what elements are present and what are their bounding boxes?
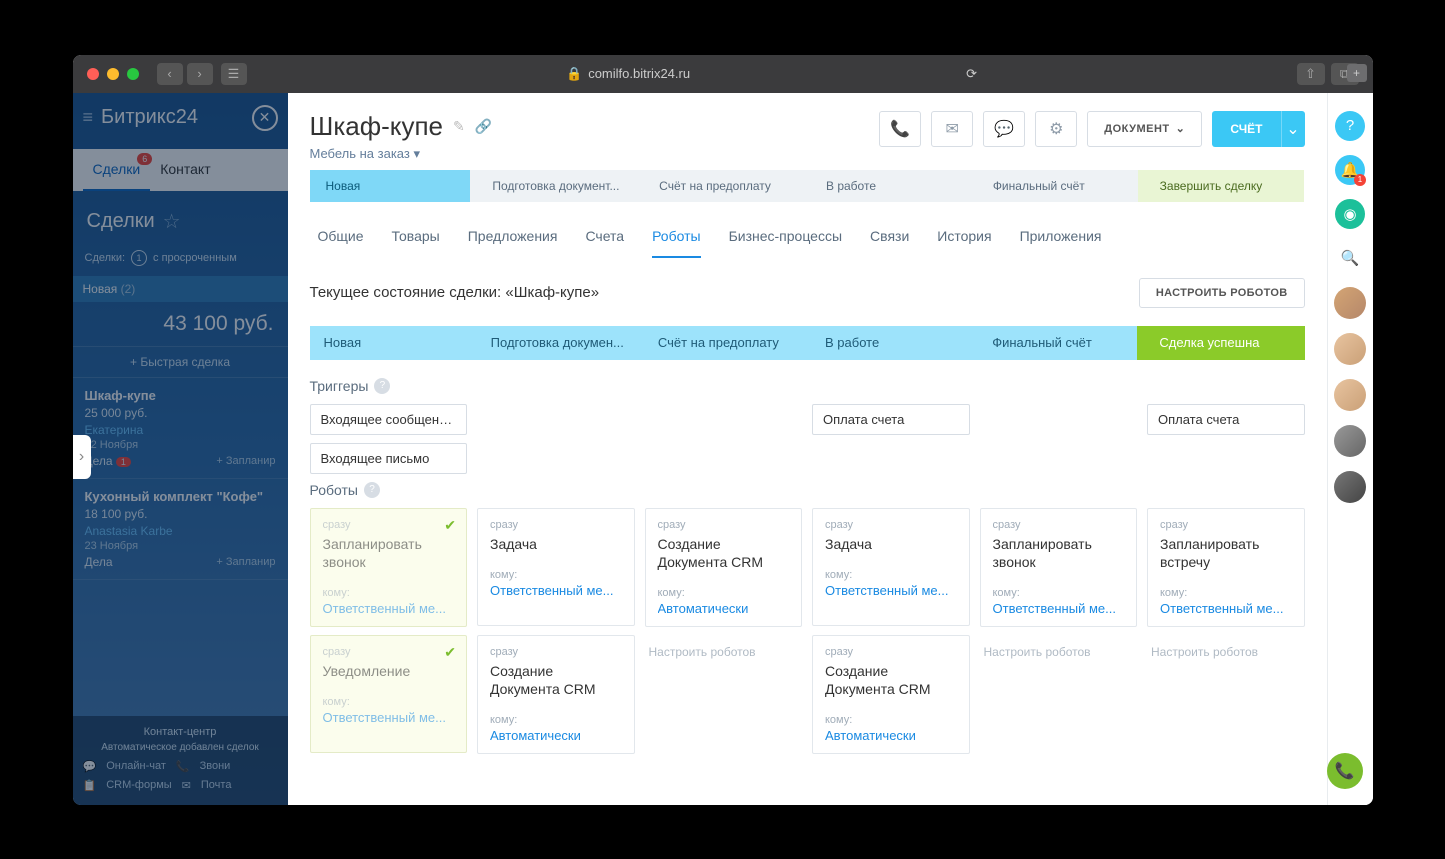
- mini-stage[interactable]: Счёт на предоплату: [636, 326, 803, 360]
- robots-heading: Роботы ?: [310, 482, 1305, 498]
- robot-card[interactable]: сразу Задача кому: Ответственный ме...: [477, 508, 635, 626]
- robot-card[interactable]: сразу Запланировать звонок кому: Ответст…: [980, 508, 1138, 627]
- call-button[interactable]: 📞: [879, 111, 921, 147]
- trigger-item[interactable]: Оплата счета: [812, 404, 970, 435]
- avatar[interactable]: [1334, 425, 1366, 457]
- robot-card[interactable]: сразу Создание Документа CRM кому: Автом…: [645, 508, 803, 627]
- avatar[interactable]: [1334, 287, 1366, 319]
- lock-icon: 🔒: [566, 66, 582, 82]
- stage-item[interactable]: В работе: [804, 170, 971, 202]
- deal-category[interactable]: Мебель на заказ ▾: [310, 146, 493, 162]
- page-title: Сделки: [87, 210, 155, 233]
- kanban-column-header: Новая (2): [73, 276, 288, 302]
- back-button[interactable]: ‹: [157, 63, 183, 85]
- mini-stage[interactable]: Сделка успешна: [1137, 326, 1304, 360]
- mini-stage[interactable]: Новая: [310, 326, 469, 360]
- new-tab-button[interactable]: +: [1347, 64, 1367, 82]
- quick-deal-button[interactable]: + Быстрая сделка: [73, 346, 288, 378]
- mini-stage[interactable]: Финальный счёт: [970, 326, 1137, 360]
- mini-stage[interactable]: В работе: [803, 326, 970, 360]
- menu-icon[interactable]: ≡: [83, 107, 94, 128]
- configure-robots-button[interactable]: НАСТРОИТЬ РОБОТОВ: [1139, 278, 1305, 308]
- robot-card[interactable]: сразу Запланировать встречу кому: Ответс…: [1147, 508, 1305, 627]
- deal-detail-panel: Шкаф-купе ✎ 🔗 Мебель на заказ ▾ 📞 ✉ 💬 ⚙ …: [288, 93, 1327, 805]
- email-button[interactable]: ✉: [931, 111, 973, 147]
- share-icon[interactable]: ⇧: [1297, 63, 1325, 85]
- help-button[interactable]: ?: [1335, 111, 1365, 141]
- tab-offers[interactable]: Предложения: [468, 216, 558, 258]
- tab-general[interactable]: Общие: [318, 216, 364, 258]
- robot-card[interactable]: ✔ сразу Запланировать звонок кому: Ответ…: [310, 508, 468, 627]
- deal-title: Шкаф-купе: [310, 111, 444, 142]
- sidebar-toggle-icon[interactable]: ☰: [221, 63, 247, 85]
- chat-sidebar: ? 🔔1 ◉ 🔍 📞: [1327, 93, 1373, 805]
- chevron-down-icon: ⌄: [1281, 111, 1305, 147]
- close-panel-button[interactable]: ✕: [252, 105, 278, 131]
- bitrix-background: ≡ Битрикс24 ✕ Сделки 6 Контакт Сделки ☆ …: [73, 93, 288, 805]
- help-icon[interactable]: ?: [374, 378, 390, 394]
- tab-invoices[interactable]: Счета: [585, 216, 624, 258]
- stage-item[interactable]: Завершить сделку: [1138, 170, 1305, 202]
- configure-hint[interactable]: Настроить роботов: [1147, 635, 1305, 669]
- robot-card[interactable]: ✔ сразу Уведомление кому: Ответственный …: [310, 635, 468, 753]
- tab-products[interactable]: Товары: [392, 216, 440, 258]
- search-icon[interactable]: 🔍: [1335, 243, 1365, 273]
- configure-hint[interactable]: Настроить роботов: [645, 635, 803, 669]
- stage-sum: 43 100 руб.: [73, 302, 288, 346]
- close-window-icon[interactable]: [87, 68, 99, 80]
- tab-apps[interactable]: Приложения: [1020, 216, 1102, 258]
- maximize-window-icon[interactable]: [127, 68, 139, 80]
- openlines-button[interactable]: ◉: [1335, 199, 1365, 229]
- trigger-item[interactable]: Входящее письмо: [310, 443, 468, 474]
- bitrix-logo: Битрикс24: [101, 106, 198, 129]
- stage-item[interactable]: Финальный счёт: [971, 170, 1138, 202]
- tab-history[interactable]: История: [937, 216, 991, 258]
- status-label: Текущее состояние сделки: «Шкаф-купе»: [310, 284, 600, 301]
- chevron-down-icon: ⌄: [1176, 122, 1186, 135]
- trigger-item[interactable]: Оплата счета: [1147, 404, 1305, 435]
- expand-sidebar-button[interactable]: ›: [73, 435, 91, 479]
- stage-progress: Новая Подготовка документ... Счёт на пре…: [288, 170, 1327, 216]
- contact-center-widget: Контакт-центр Автоматическое добавлен сд…: [73, 716, 288, 805]
- reload-icon[interactable]: ⟳: [966, 66, 977, 82]
- notifications-button[interactable]: 🔔1: [1335, 155, 1365, 185]
- deal-card[interactable]: Шкаф-купе 25 000 руб. Екатерина 22 Ноябр…: [73, 378, 288, 479]
- mini-stage[interactable]: Подготовка докумен...: [469, 326, 636, 360]
- star-icon[interactable]: ☆: [163, 209, 181, 234]
- avatar[interactable]: [1334, 471, 1366, 503]
- link-icon[interactable]: 🔗: [475, 118, 492, 135]
- help-icon[interactable]: ?: [364, 482, 380, 498]
- tab-contacts[interactable]: Контакт: [150, 149, 220, 191]
- document-button[interactable]: ДОКУМЕНТ ⌄: [1087, 111, 1202, 147]
- configure-hint[interactable]: Настроить роботов: [980, 635, 1138, 669]
- address-bar[interactable]: 🔒 comilfo.bitrix24.ru ⟳: [255, 66, 1289, 82]
- robot-card[interactable]: сразу Задача кому: Ответственный ме...: [812, 508, 970, 626]
- url-text: comilfo.bitrix24.ru: [588, 66, 690, 81]
- edit-icon[interactable]: ✎: [453, 118, 465, 135]
- tab-deals[interactable]: Сделки 6: [83, 149, 151, 191]
- window-controls: [87, 68, 139, 80]
- tab-robots[interactable]: Роботы: [652, 216, 700, 258]
- robot-card[interactable]: сразу Создание Документа CRM кому: Автом…: [812, 635, 970, 754]
- forward-button[interactable]: ›: [187, 63, 213, 85]
- chat-button[interactable]: 💬: [983, 111, 1025, 147]
- avatar[interactable]: [1334, 333, 1366, 365]
- triggers-heading: Триггеры ?: [310, 378, 1305, 394]
- robot-card[interactable]: сразу Создание Документа CRM кому: Автом…: [477, 635, 635, 754]
- robot-stages: Новая Подготовка докумен... Счёт на пред…: [310, 326, 1305, 360]
- trigger-item[interactable]: Входящее сообщени...: [310, 404, 468, 435]
- deal-card[interactable]: Кухонный комплект "Кофе" 18 100 руб. Ana…: [73, 479, 288, 580]
- stage-item[interactable]: Подготовка документ...: [470, 170, 637, 202]
- browser-toolbar: ‹ › ☰ 🔒 comilfo.bitrix24.ru ⟳ ⇧ ⧉ +: [73, 55, 1373, 93]
- phone-fab[interactable]: 📞: [1327, 753, 1363, 789]
- detail-tabs: Общие Товары Предложения Счета Роботы Би…: [288, 216, 1327, 258]
- minimize-window-icon[interactable]: [107, 68, 119, 80]
- invoice-button[interactable]: СЧЁТ ⌄: [1212, 111, 1304, 147]
- stage-item[interactable]: Счёт на предоплату: [637, 170, 804, 202]
- stage-item[interactable]: Новая: [310, 170, 471, 202]
- settings-button[interactable]: ⚙: [1035, 111, 1077, 147]
- avatar[interactable]: [1334, 379, 1366, 411]
- tab-relations[interactable]: Связи: [870, 216, 909, 258]
- tab-bp[interactable]: Бизнес-процессы: [729, 216, 842, 258]
